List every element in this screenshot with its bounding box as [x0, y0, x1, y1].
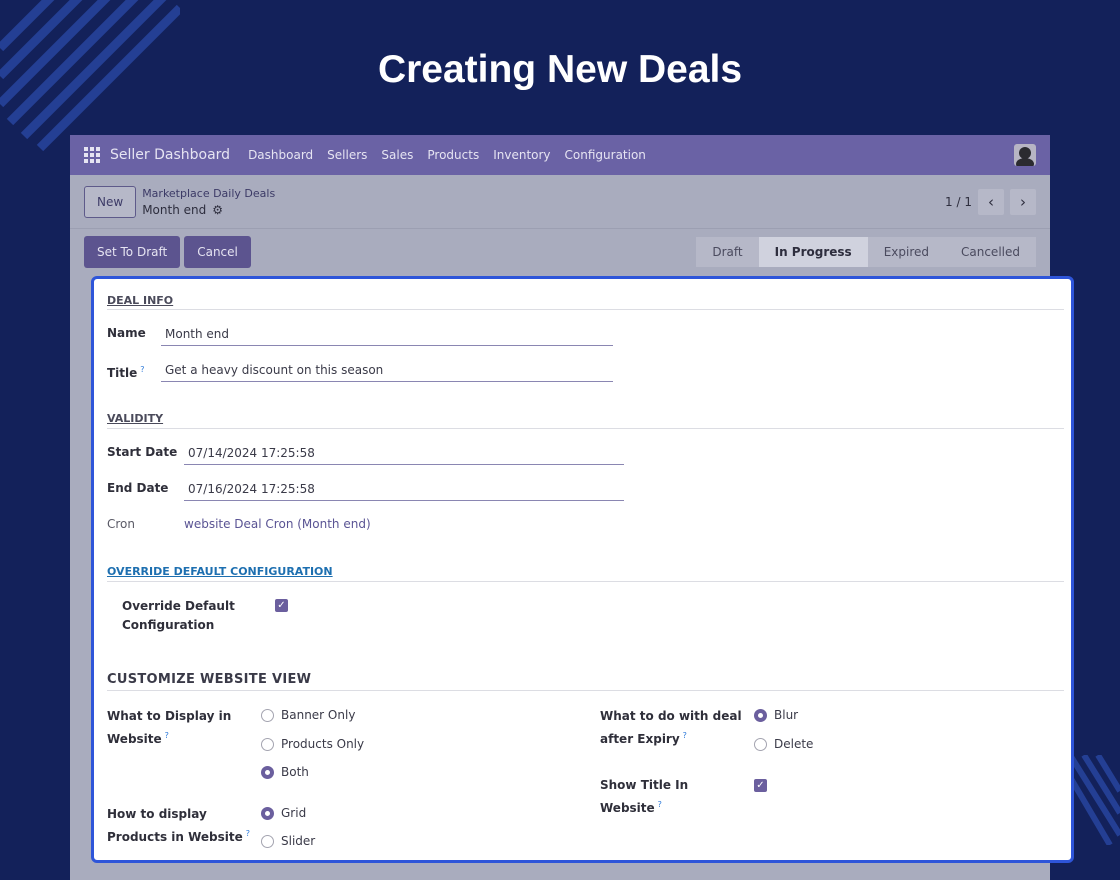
- nav-inventory[interactable]: Inventory: [493, 148, 550, 162]
- radio-banner-only[interactable]: Banner Only: [261, 708, 355, 722]
- chevron-right-icon[interactable]: ›: [1010, 188, 1036, 215]
- app-brand[interactable]: Seller Dashboard: [110, 147, 230, 163]
- control-panel: New Marketplace Daily Deals Month end ⚙ …: [70, 175, 1050, 229]
- show-title-label-line1: Show Title In: [600, 778, 689, 792]
- products-label-line1: How to display: [107, 807, 207, 821]
- stage-draft[interactable]: Draft: [696, 237, 759, 267]
- section-validity: VALIDITY: [107, 412, 164, 425]
- stage-cancelled[interactable]: Cancelled: [945, 237, 1036, 267]
- radio-checked-icon[interactable]: [261, 765, 274, 779]
- help-icon[interactable]: ?: [658, 800, 662, 809]
- name-field[interactable]: Month end: [161, 327, 613, 346]
- divider: [107, 581, 1064, 582]
- stage-expired[interactable]: Expired: [867, 237, 945, 267]
- apps-grid-icon[interactable]: [84, 147, 100, 163]
- breadcrumb-parent[interactable]: Marketplace Daily Deals: [142, 187, 275, 200]
- cron-label: Cron: [107, 517, 135, 531]
- radio-checked-icon[interactable]: [754, 708, 767, 722]
- end-date-field[interactable]: 07/16/2024 17:25:58: [184, 482, 624, 501]
- radio-label: Blur: [774, 708, 799, 722]
- radio-blur[interactable]: Blur: [754, 708, 798, 722]
- user-avatar[interactable]: [1014, 144, 1036, 166]
- help-icon[interactable]: ?: [140, 365, 144, 374]
- new-button[interactable]: New: [84, 185, 137, 218]
- display-label-text: Website: [107, 732, 162, 746]
- divider: [107, 428, 1064, 429]
- divider: [107, 690, 1064, 691]
- override-checkbox[interactable]: ✓: [275, 599, 288, 612]
- breadcrumb-current-label: Month end: [142, 202, 207, 217]
- radio-checked-icon[interactable]: [261, 806, 274, 820]
- show-title-checkbox[interactable]: ✓: [754, 779, 767, 792]
- set-to-draft-button[interactable]: Set To Draft: [84, 236, 181, 268]
- show-title-label-text: Website: [600, 801, 655, 815]
- stage-in-progress[interactable]: In Progress: [758, 237, 868, 267]
- override-label-line2: Configuration: [122, 618, 215, 632]
- display-label-line1: What to Display in: [107, 709, 232, 723]
- pager: 1 / 1 ‹ ›: [945, 188, 1036, 215]
- cron-link[interactable]: website Deal Cron (Month end): [184, 517, 371, 531]
- expiry-label-line2: after Expiry?: [600, 726, 687, 749]
- section-deal-info: DEAL INFO: [107, 294, 174, 307]
- name-label: Name: [107, 326, 146, 340]
- pager-value[interactable]: 1 / 1: [945, 195, 972, 209]
- radio-products-only[interactable]: Products Only: [261, 737, 364, 751]
- radio-both[interactable]: Both: [261, 765, 309, 779]
- start-date-label: Start Date: [107, 445, 178, 459]
- nav-configuration[interactable]: Configuration: [565, 148, 646, 162]
- radio-grid[interactable]: Grid: [261, 806, 306, 820]
- radio-delete[interactable]: Delete: [754, 737, 813, 751]
- display-label-line2: Website?: [107, 726, 169, 749]
- radio-label: Slider: [281, 834, 316, 848]
- status-bar: Set To Draft Cancel Draft In Progress Ex…: [70, 229, 1050, 275]
- radio-label: Grid: [281, 806, 307, 820]
- stage-pipeline: Draft In Progress Expired Cancelled: [696, 237, 1036, 267]
- radio-unchecked-icon[interactable]: [261, 708, 274, 722]
- radio-label: Banner Only: [281, 708, 356, 722]
- title-label-text: Title: [107, 366, 138, 380]
- radio-unchecked-icon[interactable]: [754, 737, 767, 751]
- section-override[interactable]: OVERRIDE DEFAULT CONFIGURATION: [107, 565, 333, 578]
- show-title-label-line2: Website?: [600, 795, 662, 818]
- gear-icon[interactable]: ⚙: [212, 203, 223, 217]
- title-field[interactable]: Get a heavy discount on this season: [161, 363, 613, 382]
- nav-dashboard[interactable]: Dashboard: [248, 148, 313, 162]
- radio-label: Both: [281, 765, 309, 779]
- end-date-label: End Date: [107, 481, 169, 495]
- products-label-line2: Products in Website?: [107, 824, 250, 847]
- breadcrumb-current: Month end ⚙: [142, 203, 275, 217]
- decorative-stripes: [1070, 755, 1120, 845]
- expiry-label-line1: What to do with deal: [600, 709, 742, 723]
- title-label: Title?: [107, 360, 145, 383]
- radio-label: Products Only: [281, 737, 365, 751]
- radio-slider[interactable]: Slider: [261, 834, 315, 848]
- nav-products[interactable]: Products: [427, 148, 479, 162]
- help-icon[interactable]: ?: [246, 829, 250, 838]
- deal-form-card: DEAL INFO Name Month end Title? Get a he…: [91, 276, 1074, 863]
- nav-sellers[interactable]: Sellers: [327, 148, 367, 162]
- chevron-left-icon[interactable]: ‹: [978, 188, 1004, 215]
- page-title: Creating New Deals: [377, 48, 743, 91]
- expiry-label-text: after Expiry: [600, 732, 680, 746]
- help-icon[interactable]: ?: [165, 731, 169, 740]
- start-date-field[interactable]: 07/14/2024 17:25:58: [184, 446, 624, 465]
- radio-unchecked-icon[interactable]: [261, 834, 274, 848]
- section-customize: CUSTOMIZE WEBSITE VIEW: [107, 672, 312, 687]
- radio-unchecked-icon[interactable]: [261, 737, 274, 751]
- top-navbar: Seller Dashboard Dashboard Sellers Sales…: [70, 135, 1050, 175]
- products-label-text: Products in Website: [107, 830, 243, 844]
- override-label-line1: Override Default: [122, 599, 235, 613]
- breadcrumb: Marketplace Daily Deals Month end ⚙: [142, 187, 275, 217]
- divider: [107, 309, 1064, 310]
- help-icon[interactable]: ?: [683, 731, 687, 740]
- nav-sales[interactable]: Sales: [381, 148, 413, 162]
- cancel-button[interactable]: Cancel: [184, 236, 251, 268]
- radio-label: Delete: [774, 737, 814, 751]
